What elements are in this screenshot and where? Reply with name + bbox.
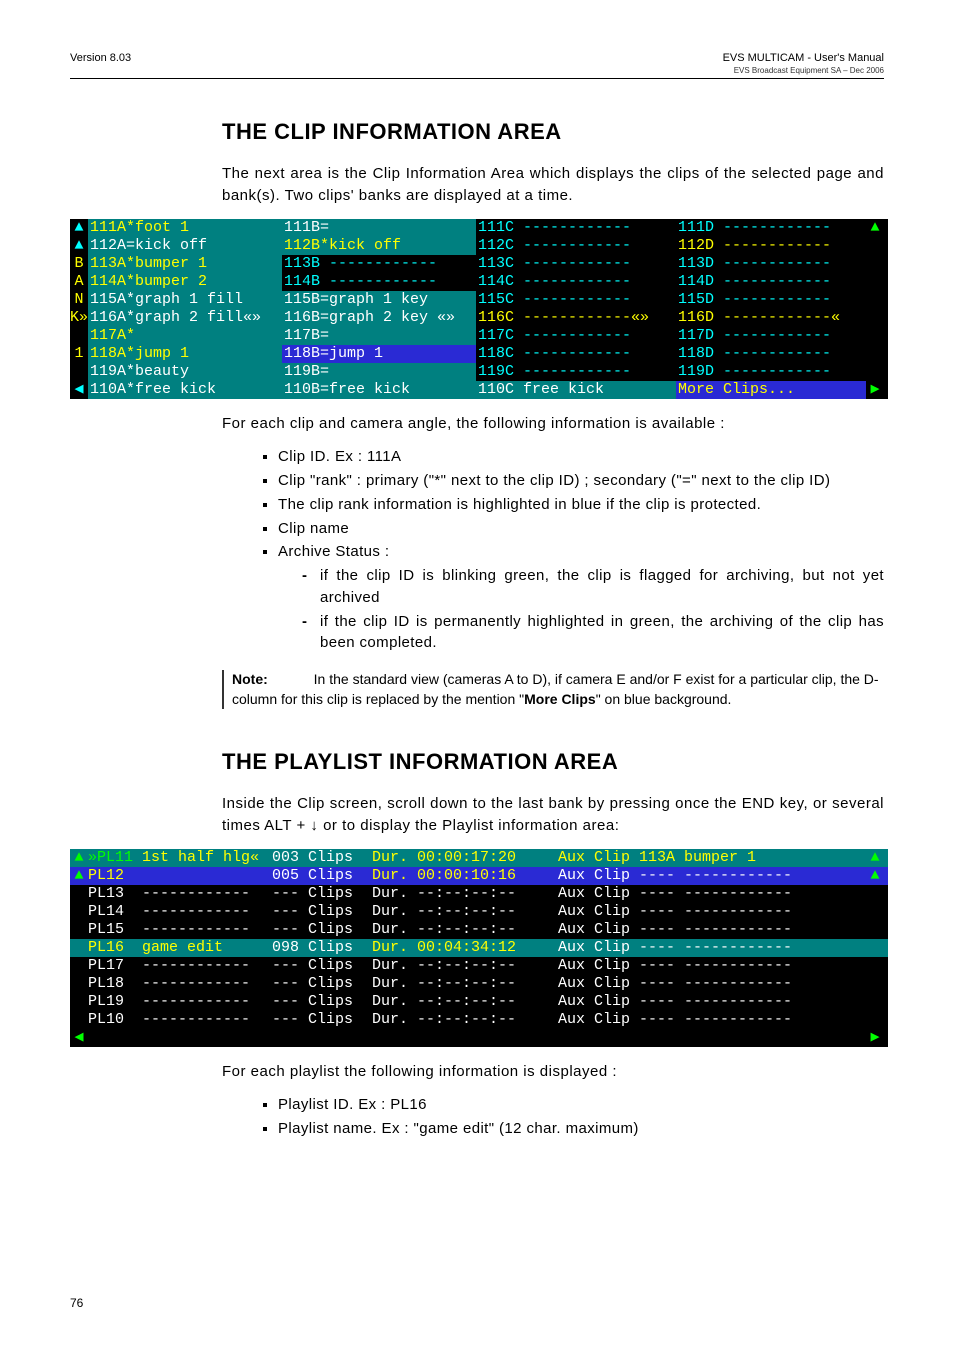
playlist-info-lead: For each playlist the following informat… (222, 1061, 884, 1083)
li-archive-status: Archive Status : if the clip ID is blink… (278, 541, 884, 654)
copyright-line: EVS Broadcast Equipment SA – Dec 2006 (734, 66, 884, 75)
playlist-row: PL14--------------- ClipsDur. --:--:--:-… (70, 903, 888, 921)
playlist-information-terminal: ▲»PL111st half hlg«003 ClipsDur. 00:00:1… (70, 849, 888, 1047)
li-archive-perm: if the clip ID is permanently highlighte… (320, 611, 884, 655)
playlist-row: ◀▶ (70, 1029, 888, 1047)
clip-information-terminal: ▲111A*foot 1111B=111C ------------111D -… (70, 219, 888, 399)
note-more-clips: More Clips (524, 691, 596, 707)
playlist-info-list: Playlist ID. Ex : PL16 Playlist name. Ex… (222, 1094, 884, 1140)
clip-row: N115A*graph 1 fill115B=graph 1 key115C -… (70, 291, 888, 309)
playlist-row: PL19--------------- ClipsDur. --:--:--:-… (70, 993, 888, 1011)
section-title-clip-info: THE CLIP INFORMATION AREA (222, 119, 884, 145)
section-title-playlist: THE PLAYLIST INFORMATION AREA (222, 749, 884, 775)
li-clip-id: Clip ID. Ex : 111A (278, 446, 884, 468)
li-clip-name: Clip name (278, 518, 884, 540)
clip-area-intro: The next area is the Clip Information Ar… (222, 163, 884, 207)
clip-row: ▲111A*foot 1111B=111C ------------111D -… (70, 219, 888, 237)
li-archive-blink: if the clip ID is blinking green, the cl… (320, 565, 884, 609)
note-label: Note: (232, 671, 268, 687)
clip-row: 119A*beauty119B=119C ------------119D --… (70, 363, 888, 381)
clip-row: K»116A*graph 2 fill«»116B=graph 2 key «»… (70, 309, 888, 327)
playlist-row: PL10--------------- ClipsDur. --:--:--:-… (70, 1011, 888, 1029)
playlist-intro: Inside the Clip screen, scroll down to t… (222, 793, 884, 837)
manual-title: EVS MULTICAM - User's Manual (723, 52, 884, 64)
playlist-row: PL13--------------- ClipsDur. --:--:--:-… (70, 885, 888, 903)
clip-row: A114A*bumper 2114B ------------114C ----… (70, 273, 888, 291)
page-number: 76 (70, 1296, 83, 1310)
page-header: Version 8.03 EVS MULTICAM - User's Manua… (70, 52, 884, 79)
playlist-row: PL18--------------- ClipsDur. --:--:--:-… (70, 975, 888, 993)
version-label: Version 8.03 (70, 52, 131, 76)
playlist-row: PL15--------------- ClipsDur. --:--:--:-… (70, 921, 888, 939)
playlist-row: ▲»PL111st half hlg«003 ClipsDur. 00:00:1… (70, 849, 888, 867)
clip-row: 117A*117B=117C ------------117D --------… (70, 327, 888, 345)
note-block: Note: In the standard view (cameras A to… (222, 670, 884, 709)
li-playlist-name: Playlist name. Ex : "game edit" (12 char… (278, 1118, 884, 1140)
clip-info-lead: For each clip and camera angle, the foll… (222, 413, 884, 435)
li-clip-rank: Clip "rank" : primary ("*" next to the c… (278, 470, 884, 492)
playlist-row: ▲PL12005 ClipsDur. 00:00:10:16Aux Clip -… (70, 867, 888, 885)
playlist-row: PL16game edit098 ClipsDur. 00:04:34:12Au… (70, 939, 888, 957)
li-clip-rank-protected: The clip rank information is highlighted… (278, 494, 884, 516)
li-playlist-id: Playlist ID. Ex : PL16 (278, 1094, 884, 1116)
clip-row: B113A*bumper 1113B ------------113C ----… (70, 255, 888, 273)
clip-row: ▲112A=kick off112B*kick off112C --------… (70, 237, 888, 255)
archive-status-label: Archive Status : (278, 543, 389, 560)
clip-row: ◀110A*free kick110B=free kick110C free k… (70, 381, 888, 399)
clip-row: 1118A*jump 1118B=jump 1118C ------------… (70, 345, 888, 363)
clip-info-list: Clip ID. Ex : 111A Clip "rank" : primary… (222, 446, 884, 654)
note-text-c: " on blue background. (596, 691, 732, 707)
playlist-row: PL17--------------- ClipsDur. --:--:--:-… (70, 957, 888, 975)
